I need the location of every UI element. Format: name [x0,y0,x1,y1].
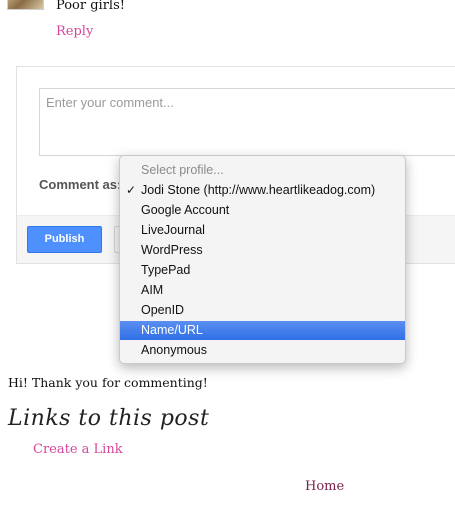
menu-item-jodi-stone[interactable]: ✓ Jodi Stone (http://www.heartlikeadog.c… [120,181,405,200]
menu-item-anonymous[interactable]: Anonymous [120,341,405,360]
publish-button[interactable]: Publish [27,226,102,253]
menu-item-name-url[interactable]: Name/URL [120,321,405,340]
menu-item-wordpress[interactable]: WordPress [120,241,405,260]
comment-as-label: Comment as: [39,177,122,192]
comment-textarea[interactable]: Enter your comment... [39,88,455,156]
create-a-link[interactable]: Create a Link [33,442,123,457]
reply-link[interactable]: Reply [56,24,93,39]
checkmark-icon: ✓ [126,183,137,197]
commenter-avatar [7,0,44,10]
menu-item-aim[interactable]: AIM [120,281,405,300]
links-to-this-post-heading: Links to this post [8,406,210,431]
menu-item-google-account[interactable]: Google Account [120,201,405,220]
select-profile-menu: Select profile... ✓ Jodi Stone (http://w… [119,155,406,364]
menu-item-label: Jodi Stone (http://www.heartlikeadog.com… [141,183,376,197]
previous-comment-text: Poor girls! [56,0,125,13]
menu-item-typepad[interactable]: TypePad [120,261,405,280]
menu-item-livejournal[interactable]: LiveJournal [120,221,405,240]
thanks-message: Hi! Thank you for commenting! [8,375,208,390]
menu-item-openid[interactable]: OpenID [120,301,405,320]
menu-header-select-profile: Select profile... [141,163,224,177]
home-link[interactable]: Home [305,479,344,494]
